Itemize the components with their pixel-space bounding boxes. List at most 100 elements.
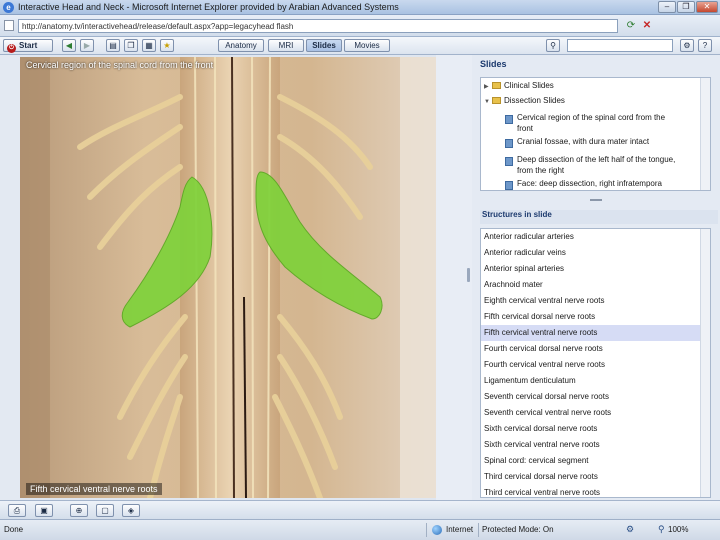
dissection-image[interactable]: Cervical region of the spinal cord from … xyxy=(20,57,436,498)
slides-scrollbar[interactable] xyxy=(700,78,710,190)
copy-icon[interactable]: ❐ xyxy=(124,39,138,52)
list-item[interactable]: Eighth cervical ventral nerve roots xyxy=(481,293,700,309)
slide-label-line2: front xyxy=(517,124,534,133)
start-label: Start xyxy=(19,41,38,50)
splitter-handle[interactable] xyxy=(467,268,470,282)
structures-header: Structures in slide xyxy=(480,210,718,224)
search-icon[interactable]: ⚲ xyxy=(546,39,560,52)
slide-item-tongue[interactable]: Deep dissection of the left half of the … xyxy=(517,154,675,176)
close-button[interactable]: ✕ xyxy=(696,1,718,13)
internet-explorer-icon: e xyxy=(3,2,14,13)
list-item-selected[interactable]: Fifth cervical ventral nerve roots xyxy=(481,325,700,341)
list-item[interactable]: Spinal cord: cervical segment xyxy=(481,453,700,469)
right-panel: Slides ▶ Clinical Slides ▼ Dissection Slid… xyxy=(472,55,720,500)
page-icon xyxy=(4,20,14,31)
status-divider xyxy=(478,523,479,537)
tab-slides[interactable]: Slides xyxy=(306,39,342,52)
slide-icon xyxy=(505,139,513,148)
stop-icon[interactable]: ✕ xyxy=(640,19,654,33)
slide-item-face[interactable]: Face: deep dissection, right infratempor… xyxy=(517,178,662,189)
save-icon[interactable]: ▣ xyxy=(35,504,53,517)
structures-list: Anterior radicular arteries Anterior rad… xyxy=(480,228,711,498)
expand-arrow-icon: ▶ xyxy=(484,84,489,90)
tree-folder-dissection[interactable]: ▼ Dissection Slides xyxy=(484,96,565,105)
list-item[interactable]: Sixth cervical dorsal nerve roots xyxy=(481,421,700,437)
slide-item-cervical[interactable]: Cervical region of the spinal cord from … xyxy=(517,112,665,134)
start-button[interactable]: ⏻ Start xyxy=(3,39,53,53)
image-caption-top: Cervical region of the spinal cord from … xyxy=(26,60,214,70)
tab-mri[interactable]: MRI xyxy=(268,39,304,52)
security-icon[interactable]: ⚙ xyxy=(626,524,634,535)
refresh-icon[interactable]: ⟳ xyxy=(624,19,638,33)
list-item[interactable]: Third cervical dorsal nerve roots xyxy=(481,469,700,485)
back-icon[interactable]: ◀ xyxy=(62,39,76,52)
folder-label: Dissection Slides xyxy=(504,96,565,105)
slide-icon xyxy=(505,181,513,190)
bottom-toolbar: ⎙ ▣ ⊕ ▢ ◈ xyxy=(0,500,720,519)
print-icon[interactable]: ▤ xyxy=(106,39,120,52)
restore-button[interactable]: ❐ xyxy=(677,1,695,13)
settings-icon[interactable]: ⚙ xyxy=(680,39,694,52)
zoom-icon[interactable]: ⚲ xyxy=(658,524,665,535)
fit-icon[interactable]: ▢ xyxy=(96,504,114,517)
collapse-arrow-icon: ▼ xyxy=(484,99,490,105)
slide-label-line1: Cervical region of the spinal cord from … xyxy=(517,113,666,122)
title-bar: e Interactive Head and Neck - Microsoft … xyxy=(0,0,720,15)
list-item[interactable]: Ligamentum denticulatum xyxy=(481,373,700,389)
slide-label-line1: Cranial fossae, with dura mater intact xyxy=(517,137,650,146)
status-zone: Internet xyxy=(446,525,474,534)
notes-icon[interactable]: ▦ xyxy=(142,39,156,52)
status-bar: Done Internet Protected Mode: On ⚙ ⚲ 100… xyxy=(0,519,720,540)
folder-icon xyxy=(492,82,501,89)
slide-label-line1: Face: deep dissection, right infratempor… xyxy=(517,179,662,188)
folder-label: Clinical Slides xyxy=(504,81,554,90)
window-title: Interactive Head and Neck - Microsoft In… xyxy=(18,2,399,12)
help-icon[interactable]: ? xyxy=(698,39,712,52)
list-item[interactable]: Anterior radicular arteries xyxy=(481,229,700,245)
tree-folder-clinical[interactable]: ▶ Clinical Slides xyxy=(484,81,554,90)
folder-open-icon xyxy=(492,97,501,104)
minimize-button[interactable]: – xyxy=(658,1,676,13)
panel-divider[interactable] xyxy=(472,196,720,204)
forward-icon[interactable]: ▶ xyxy=(80,39,94,52)
label-icon[interactable]: ◈ xyxy=(122,504,140,517)
zoom-in-icon[interactable]: ⊕ xyxy=(70,504,88,517)
search-input[interactable] xyxy=(567,39,673,52)
list-item[interactable]: Fourth cervical dorsal nerve roots xyxy=(481,341,700,357)
list-item[interactable]: Seventh cervical dorsal nerve roots xyxy=(481,389,700,405)
list-item[interactable]: Fourth cervical ventral nerve roots xyxy=(481,357,700,373)
list-item[interactable]: Seventh cervical ventral nerve roots xyxy=(481,405,700,421)
tab-movies[interactable]: Movies xyxy=(344,39,390,52)
left-gutter xyxy=(0,55,20,500)
slides-tree: ▶ Clinical Slides ▼ Dissection Slides Cerv… xyxy=(480,77,711,191)
print-icon[interactable]: ⎙ xyxy=(8,504,26,517)
image-caption-bottom: Fifth cervical ventral nerve roots xyxy=(26,483,162,495)
slide-icon xyxy=(505,157,513,166)
dissection-illustration xyxy=(20,57,436,498)
slide-item-cranial[interactable]: Cranial fossae, with dura mater intact xyxy=(517,136,649,147)
window-controls: – ❐ ✕ xyxy=(658,1,718,13)
globe-icon xyxy=(432,525,442,535)
favorite-icon[interactable]: ★ xyxy=(160,39,174,52)
app-toolbar: ⏻ Start ◀ ▶ ▤ ❐ ▦ ★ Anatomy MRI Slides Mo… xyxy=(0,37,720,55)
zoom-level[interactable]: 100% xyxy=(668,525,688,534)
list-item[interactable]: Fifth cervical dorsal nerve roots xyxy=(481,309,700,325)
slide-label-line2: from the right xyxy=(517,166,565,175)
address-bar: http://anatomy.tv/interactivehead/releas… xyxy=(0,15,720,37)
slide-icon xyxy=(505,115,513,124)
url-field[interactable]: http://anatomy.tv/interactivehead/releas… xyxy=(18,19,618,33)
slides-header: Slides xyxy=(480,59,507,69)
list-item[interactable]: Third cervical ventral nerve roots xyxy=(481,485,700,497)
list-item[interactable]: Anterior spinal arteries xyxy=(481,261,700,277)
list-item[interactable]: Sixth cervical ventral nerve roots xyxy=(481,437,700,453)
list-item[interactable]: Arachnoid mater xyxy=(481,277,700,293)
divider-grip-icon xyxy=(590,199,602,201)
list-item[interactable]: Anterior radicular veins xyxy=(481,245,700,261)
protected-mode[interactable]: Protected Mode: On xyxy=(482,525,554,534)
status-text: Done xyxy=(4,525,24,534)
structures-scrollbar[interactable] xyxy=(700,229,710,497)
power-icon: ⏻ xyxy=(7,44,16,53)
slide-label-line1: Deep dissection of the left half of the … xyxy=(517,155,676,164)
status-divider xyxy=(426,523,427,537)
tab-anatomy[interactable]: Anatomy xyxy=(218,39,264,52)
